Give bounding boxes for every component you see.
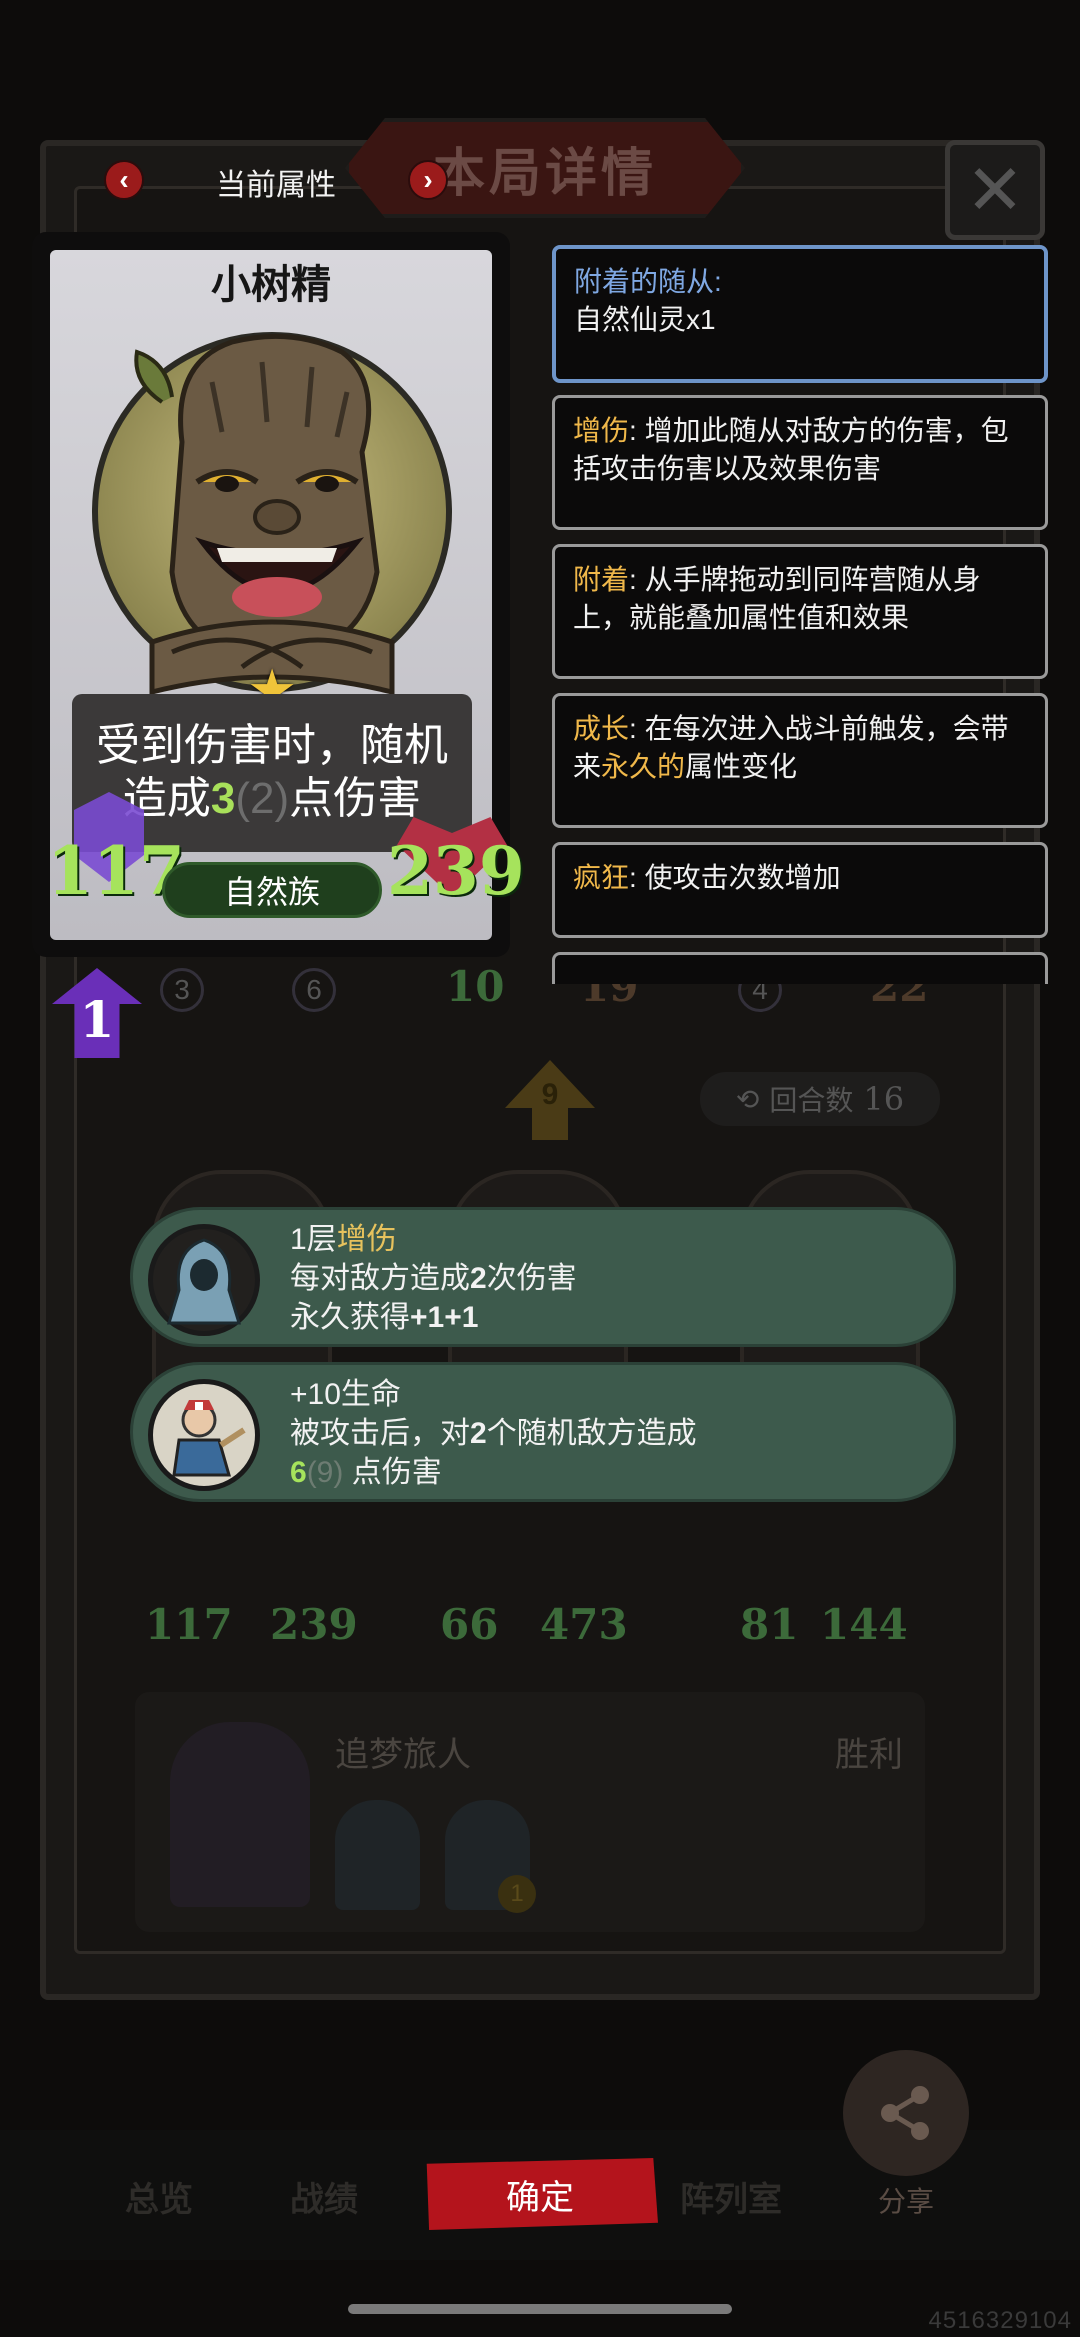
- share-icon: [881, 2086, 929, 2140]
- battle-result: 胜利: [835, 1736, 903, 1774]
- minion-badge: 1: [498, 1875, 536, 1913]
- tree-sprite-portrait: [134, 333, 395, 696]
- close-icon: ✕: [965, 151, 1025, 229]
- refresh-icon: ⟲: [735, 1083, 760, 1115]
- bg-stat: 473: [540, 1600, 628, 1649]
- buff-tooltip-damage-boost: 1层增伤 每对敌方造成2次伤害 永久获得+1+1: [130, 1207, 956, 1347]
- prev-arrow-button[interactable]: ‹: [104, 160, 144, 200]
- keyword-name: 成长: [573, 713, 630, 744]
- keyword-desc: : 使攻击次数增加: [629, 862, 841, 893]
- keyword-panel-attach: 附着: 从手牌拖动到同阵营随从身上，就能叠加属性值和效果: [552, 544, 1048, 679]
- keyword-highlight: 永久的: [601, 750, 686, 782]
- attached-minions-panel: 附着的随从: 自然仙灵x1: [552, 245, 1048, 383]
- round-value: 16: [863, 1080, 905, 1118]
- watermark-id: 4516329104: [928, 2307, 1072, 2334]
- bg-stat: 6: [292, 968, 336, 1012]
- buff-text: 1层增伤 每对敌方造成2次伤害 永久获得+1+1: [290, 1220, 577, 1337]
- home-indicator[interactable]: [348, 2304, 732, 2314]
- player-name: 追梦旅人: [335, 1736, 471, 1774]
- turn-arrow-value: 9: [541, 1078, 559, 1111]
- minion-card: 小树精 ★ 受到伤害时，随机 造成3(2)点伤害 117 自然族 239: [32, 232, 525, 957]
- next-arrow-button[interactable]: ›: [408, 160, 448, 200]
- buff-line: 每对敌方造成: [290, 1262, 470, 1295]
- share-button[interactable]: [843, 2050, 969, 2176]
- buff-keyword: 增伤: [336, 1223, 397, 1256]
- minion-name: 小树精: [211, 263, 331, 307]
- buff-base-value: (9): [306, 1456, 344, 1489]
- health-value: 239: [387, 832, 525, 910]
- bg-stat: 81: [740, 1600, 799, 1649]
- opponent-avatar: [170, 1722, 310, 1907]
- buff-tooltip-health: +10生命 被攻击后，对2个随机敌方造成 6(9) 点伤害: [130, 1362, 956, 1502]
- buff-line: 被攻击后，对: [290, 1417, 470, 1450]
- buff-line: +10生命: [290, 1378, 401, 1411]
- minion-level: 1: [79, 990, 115, 1049]
- confirm-button[interactable]: 确定: [426, 2158, 658, 2230]
- effect-line-1: 受到伤害时，随机: [96, 721, 448, 771]
- buff-line: 1层: [290, 1223, 337, 1256]
- buff-line: 次伤害: [486, 1262, 577, 1295]
- bg-stat: 117: [145, 1600, 233, 1649]
- attached-title: 附着的随从:: [574, 266, 722, 297]
- bg-stat: 10: [446, 962, 505, 1011]
- page-title: 本局详情: [432, 144, 657, 203]
- effect-line-2: 造成3(2)点伤害: [123, 773, 421, 826]
- keyword-panel-growth: 成长: 在每次进入战斗前触发，会带来永久的属性变化: [552, 693, 1048, 828]
- bg-stat: 66: [440, 1600, 499, 1649]
- keyword-name: 增伤: [573, 415, 630, 446]
- current-attributes-tab: 当前属性: [216, 169, 336, 202]
- keyword-panel-partial: [552, 952, 1048, 984]
- buff-number: 2: [470, 1417, 487, 1450]
- keyword-desc: 属性变化: [685, 750, 798, 782]
- buff-line: 个随机敌方造成: [486, 1417, 697, 1450]
- page-title-banner: 本局详情: [345, 118, 745, 218]
- opponent-minion: [335, 1800, 420, 1910]
- hooded-figure-icon: [148, 1224, 260, 1336]
- medic-character-icon: [148, 1379, 260, 1491]
- chevron-left-icon: ‹: [119, 164, 129, 195]
- tab-lineup[interactable]: 阵列室: [680, 2172, 782, 2221]
- attached-value: 自然仙灵x1: [574, 303, 716, 335]
- round-label: 回合数: [769, 1085, 854, 1116]
- tab-record[interactable]: 战绩: [290, 2172, 358, 2221]
- keyword-panel-frenzy: 疯狂: 使攻击次数增加: [552, 842, 1048, 938]
- effect-text: 点伤害: [289, 774, 422, 823]
- keyword-desc: : 增加此随从对敌方的伤害，包括攻击伤害以及效果伤害: [573, 415, 1009, 484]
- bg-stat: 239: [270, 1600, 358, 1649]
- buff-line: 永久获得: [290, 1301, 410, 1334]
- close-button[interactable]: ✕: [945, 140, 1045, 240]
- share-label: 分享: [877, 2186, 934, 2217]
- buff-number: +1+1: [410, 1301, 479, 1334]
- keyword-name: 附着: [573, 564, 630, 595]
- keyword-name: 疯狂: [573, 862, 630, 893]
- buff-damage-value: 6: [290, 1456, 307, 1489]
- keyword-panel-damage-boost: 增伤: 增加此随从对敌方的伤害，包括攻击伤害以及效果伤害: [552, 395, 1048, 530]
- chevron-right-icon: ›: [423, 164, 433, 195]
- race-tag: 自然族: [162, 862, 382, 918]
- effect-base-value: (2): [235, 774, 290, 823]
- bg-stat: 144: [820, 1600, 908, 1649]
- buff-text: +10生命 被攻击后，对2个随机敌方造成 6(9) 点伤害: [290, 1375, 697, 1492]
- buff-line: 点伤害: [351, 1456, 442, 1489]
- buff-number: 2: [470, 1262, 487, 1295]
- effect-damage-value: 3: [210, 774, 236, 823]
- bg-stat: 3: [160, 968, 204, 1012]
- tab-overview[interactable]: 总览: [125, 2172, 193, 2221]
- keyword-desc: : 从手牌拖动到同阵营随从身上，就能叠加属性值和效果: [573, 564, 981, 633]
- round-counter: ⟲ 回合数 16: [700, 1072, 940, 1126]
